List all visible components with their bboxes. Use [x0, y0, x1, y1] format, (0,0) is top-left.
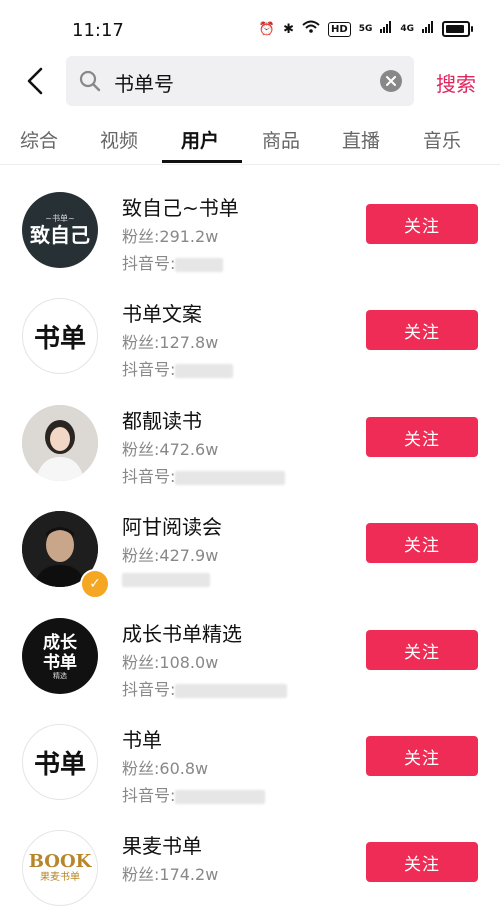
list-item[interactable]: 成长书单 精选 成长书单精选 粉丝:108.0w 抖音号: 关注 — [0, 590, 500, 699]
tab-music[interactable]: 音乐 — [423, 126, 461, 153]
user-photo-icon — [22, 405, 98, 481]
fans-count: 粉丝:291.2w — [122, 227, 219, 246]
avatar[interactable] — [22, 405, 98, 481]
fans-count: 粉丝:472.6w — [122, 440, 219, 459]
bluetooth-icon: ✱ — [283, 21, 295, 37]
tab-products[interactable]: 商品 — [262, 126, 300, 153]
user-name[interactable]: 阿甘阅读会 — [122, 511, 222, 540]
user-name[interactable]: 成长书单精选 — [122, 618, 242, 647]
tab-videos[interactable]: 视频 — [100, 126, 138, 153]
search-header: 搜索 — [0, 56, 500, 108]
list-item[interactable]: 书单 书单文案 粉丝:127.8w 抖音号: 关注 — [0, 270, 500, 379]
search-icon — [78, 69, 102, 97]
avatar-text: 书单 — [33, 749, 86, 780]
fans-count: 粉丝:60.8w — [122, 759, 209, 778]
avatar[interactable]: 成长书单 精选 — [22, 618, 98, 694]
avatar-caption: ~书单~ — [45, 214, 75, 223]
avatar[interactable]: BOOK 果麦书单 — [22, 830, 98, 906]
follow-button[interactable]: 关注 — [366, 630, 478, 670]
search-box[interactable] — [66, 56, 414, 106]
active-tab-indicator — [162, 160, 242, 163]
wifi-icon — [302, 20, 320, 38]
avatar-text: 成长书单 — [43, 632, 77, 673]
avatar[interactable]: 书单 — [22, 298, 98, 374]
tab-general[interactable]: 综合 — [20, 126, 58, 153]
clear-search-button[interactable] — [380, 70, 402, 92]
tab-live[interactable]: 直播 — [342, 126, 380, 153]
signal-5g-icon: 5G — [358, 24, 373, 34]
avatar[interactable]: ~书单~ 致自己 — [22, 192, 98, 268]
status-icons: ⏰ ✱ HD 5G 4G — [258, 20, 473, 38]
fans-count: 粉丝:127.8w — [122, 333, 219, 352]
user-name[interactable]: 果麦书单 — [122, 830, 202, 859]
status-bar: 11:17 ⏰ ✱ HD 5G 4G — [0, 0, 500, 56]
tab-bar: 综合 视频 用户 商品 直播 音乐 — [0, 120, 500, 165]
user-name[interactable]: 书单文案 — [122, 298, 202, 327]
avatar-text: BOOK — [28, 851, 92, 872]
status-time: 11:17 — [72, 20, 124, 41]
search-input[interactable] — [112, 65, 366, 99]
alarm-icon: ⏰ — [258, 21, 276, 37]
user-name[interactable]: 都靓读书 — [122, 405, 202, 434]
follow-button[interactable]: 关注 — [366, 417, 478, 457]
list-item[interactable]: 书单 书单 粉丝:60.8w 抖音号: 关注 — [0, 696, 500, 805]
fans-count: 粉丝:427.9w — [122, 546, 219, 565]
back-button[interactable] — [20, 66, 50, 96]
list-item[interactable]: ~书单~ 致自己 致自己~书单 粉丝:291.2w 抖音号: 关注 — [0, 164, 500, 273]
avatar-text: 致自己 — [30, 223, 90, 247]
tab-users[interactable]: 用户 — [181, 126, 219, 153]
follow-button[interactable]: 关注 — [366, 310, 478, 350]
avatar-caption: 精选 — [53, 671, 67, 680]
close-icon — [386, 76, 396, 86]
follow-button[interactable]: 关注 — [366, 204, 478, 244]
avatar-text: 书单 — [33, 323, 86, 354]
hd-icon: HD — [328, 21, 351, 37]
signal-bars-icon — [380, 21, 392, 37]
battery-icon — [442, 21, 473, 37]
user-name[interactable]: 书单 — [122, 724, 162, 753]
search-button[interactable]: 搜索 — [436, 68, 476, 97]
list-item[interactable]: ✓ 阿甘阅读会 粉丝:427.9w 关注 — [0, 483, 500, 599]
fans-count: 粉丝:108.0w — [122, 653, 219, 672]
list-item[interactable]: 都靓读书 粉丝:472.6w 抖音号: 关注 — [0, 377, 500, 486]
list-item[interactable]: BOOK 果麦书单 果麦书单 粉丝:174.2w 关注 — [0, 802, 500, 908]
follow-button[interactable]: 关注 — [366, 523, 478, 563]
signal-4g-icon: 4G — [400, 24, 414, 34]
follow-button[interactable]: 关注 — [366, 842, 478, 882]
chevron-left-icon — [27, 67, 43, 95]
signal-bars-icon — [422, 21, 434, 37]
fans-count: 粉丝:174.2w — [122, 865, 219, 884]
avatar-caption: 果麦书单 — [40, 872, 80, 883]
douyin-id — [122, 569, 210, 588]
avatar[interactable]: 书单 — [22, 724, 98, 800]
follow-button[interactable]: 关注 — [366, 736, 478, 776]
user-name[interactable]: 致自己~书单 — [122, 192, 239, 221]
